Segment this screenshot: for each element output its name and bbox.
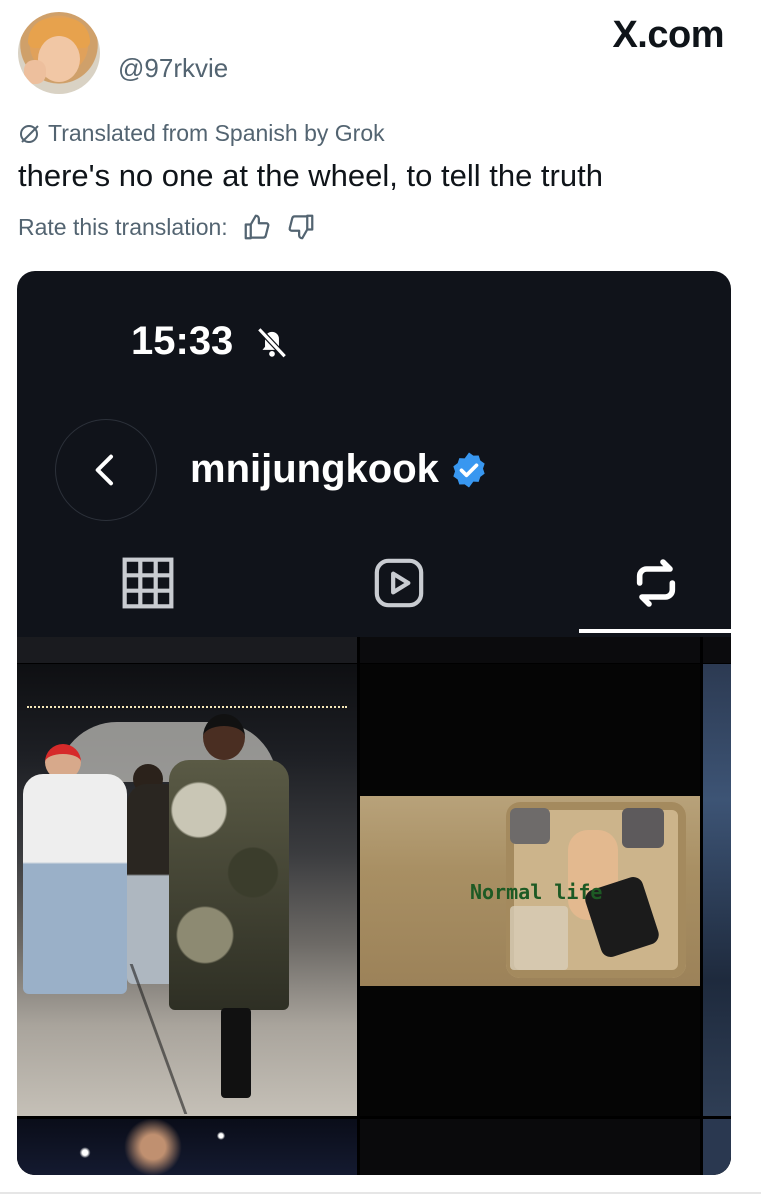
back-button[interactable] bbox=[55, 419, 157, 521]
rate-label: Rate this translation: bbox=[18, 213, 228, 240]
verified-badge-icon bbox=[453, 452, 485, 487]
grid-tile-partial[interactable] bbox=[17, 637, 357, 663]
thumbs-down-icon[interactable] bbox=[286, 212, 316, 242]
tab-reels[interactable] bbox=[371, 555, 427, 611]
grid-tile-partial[interactable] bbox=[703, 664, 731, 1116]
person-head bbox=[203, 714, 245, 760]
grid-icon bbox=[122, 557, 174, 609]
reels-icon bbox=[374, 558, 424, 608]
side-table bbox=[510, 906, 568, 970]
tab-reposts[interactable] bbox=[628, 555, 684, 611]
profile-name: mnijungkook bbox=[190, 447, 439, 491]
person-figure bbox=[23, 774, 127, 994]
attached-screenshot[interactable]: 15:33 mnijungkook Normal life bbox=[17, 271, 731, 1175]
divider bbox=[0, 1192, 761, 1194]
thumbnail-caption: Normal life bbox=[470, 880, 603, 904]
post-grid: Normal life bbox=[17, 637, 731, 1175]
chevron-left-icon bbox=[95, 454, 113, 486]
pillow bbox=[622, 808, 664, 848]
pillow bbox=[510, 808, 550, 844]
translate-icon bbox=[20, 124, 39, 143]
translation-note-text: Translated from Spanish by Grok bbox=[48, 120, 385, 146]
rate-translation: Rate this translation: bbox=[18, 212, 316, 242]
grid-tile-partial[interactable] bbox=[360, 637, 700, 663]
grid-tile-galaxy[interactable] bbox=[17, 1119, 357, 1175]
status-time: 15:33 bbox=[131, 319, 234, 363]
grid-tile-partial[interactable] bbox=[703, 1119, 731, 1175]
grid-tile-dark[interactable] bbox=[360, 1119, 700, 1175]
translation-note: Translated from Spanish by Grok bbox=[18, 120, 385, 147]
grid-tile-video[interactable]: Normal life bbox=[360, 664, 700, 1116]
active-tab-indicator bbox=[579, 629, 731, 633]
repost-icon bbox=[636, 559, 676, 607]
grid-tile-photo[interactable] bbox=[17, 664, 357, 1116]
bell-muted-icon bbox=[257, 327, 287, 359]
avatar[interactable] bbox=[18, 12, 100, 94]
string-lights bbox=[27, 706, 347, 708]
user-handle[interactable]: @97rkvie bbox=[118, 53, 228, 84]
grid-tile-partial[interactable] bbox=[703, 637, 731, 663]
profile-name-row: mnijungkook bbox=[190, 447, 489, 492]
video-thumbnail: Normal life bbox=[360, 796, 700, 986]
tab-grid[interactable] bbox=[120, 555, 176, 611]
site-logo: X.com bbox=[612, 14, 724, 56]
avatar-hand bbox=[24, 60, 46, 84]
tweet-text: there's no one at the wheel, to tell the… bbox=[18, 158, 603, 193]
thumbs-up-icon[interactable] bbox=[242, 212, 272, 242]
